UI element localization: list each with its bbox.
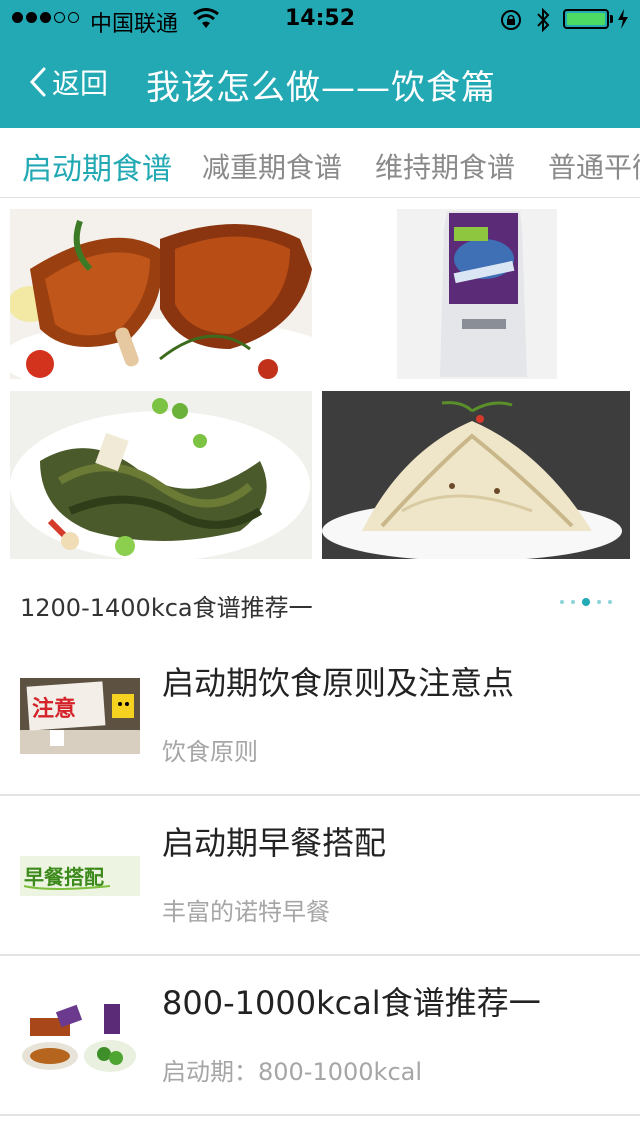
back-button-label: 返回 [52,67,109,100]
chevron-left-icon [29,67,46,97]
list-item-title: 800-1000kcal食谱推荐一 [162,984,541,1022]
carousel[interactable] [10,209,630,559]
list-item-subtitle: 丰富的诺特早餐 [162,898,330,926]
list-item[interactable]: 注意 启动期饮食原则及注意点 饮食原则 [0,636,640,796]
banner-text: 早餐搭配 [24,865,104,889]
list-item-title: 启动期早餐搭配 [162,824,387,862]
tab-balanced-recipes[interactable]: 普通平衡 [548,146,640,186]
roast-chicken-image[interactable] [10,209,312,379]
list-item-subtitle: 饮食原则 [162,738,258,766]
battery-tip [610,15,613,23]
notice-text: 注意 [32,696,76,722]
tab-maintenance-recipes[interactable]: 维持期食谱 [375,146,515,186]
charging-icon [618,9,628,29]
carousel-page-indicator[interactable] [560,598,612,606]
page-dot [608,600,612,604]
top-bar: 中国联通 14:52 返回 我该怎么做——饮食篇 [0,0,640,128]
list-item-title: 启动期饮食原则及注意点 [162,664,515,702]
list-item[interactable]: 800-1000kcal食谱推荐一 启动期：800-1000kcal [0,956,640,1116]
bean-sprouts-image[interactable] [322,391,630,559]
page-dot [597,600,601,604]
page-title: 我该怎么做——饮食篇 [146,68,496,108]
page-dot [571,600,575,604]
tab-weight-loss-recipes[interactable]: 减重期食谱 [202,146,342,186]
meal-collage-thumbnail [20,998,140,1074]
tab-startup-recipes[interactable]: 启动期食谱 [22,144,172,188]
rotation-lock-icon [501,10,521,30]
battery-icon [563,9,609,29]
list-item[interactable]: 早餐搭配 启动期早餐搭配 丰富的诺特早餐 [0,796,640,956]
notice-sign-thumbnail: 注意 [20,678,140,754]
kelp-stir-fry-image[interactable] [10,391,312,559]
page-dot-active [582,598,590,606]
bluetooth-icon [537,7,550,33]
category-tabs: 启动期食谱 减重期食谱 维持期食谱 普通平衡 [0,128,640,198]
article-list: 注意 启动期饮食原则及注意点 饮食原则 早餐搭配 启动期早餐搭配 丰富的诺特早餐 [0,636,640,1116]
breakfast-banner-thumbnail: 早餐搭配 [20,856,140,896]
navigation-bar: 返回 我该怎么做——饮食篇 [0,40,640,128]
carousel-caption: 1200-1400kca食谱推荐一 [20,594,313,622]
status-bar: 中国联通 14:52 [0,0,640,40]
list-item-subtitle: 启动期：800-1000kcal [162,1058,423,1086]
protein-shake-image[interactable] [322,209,630,379]
back-button[interactable]: 返回 [28,62,108,102]
page-dot [560,600,564,604]
